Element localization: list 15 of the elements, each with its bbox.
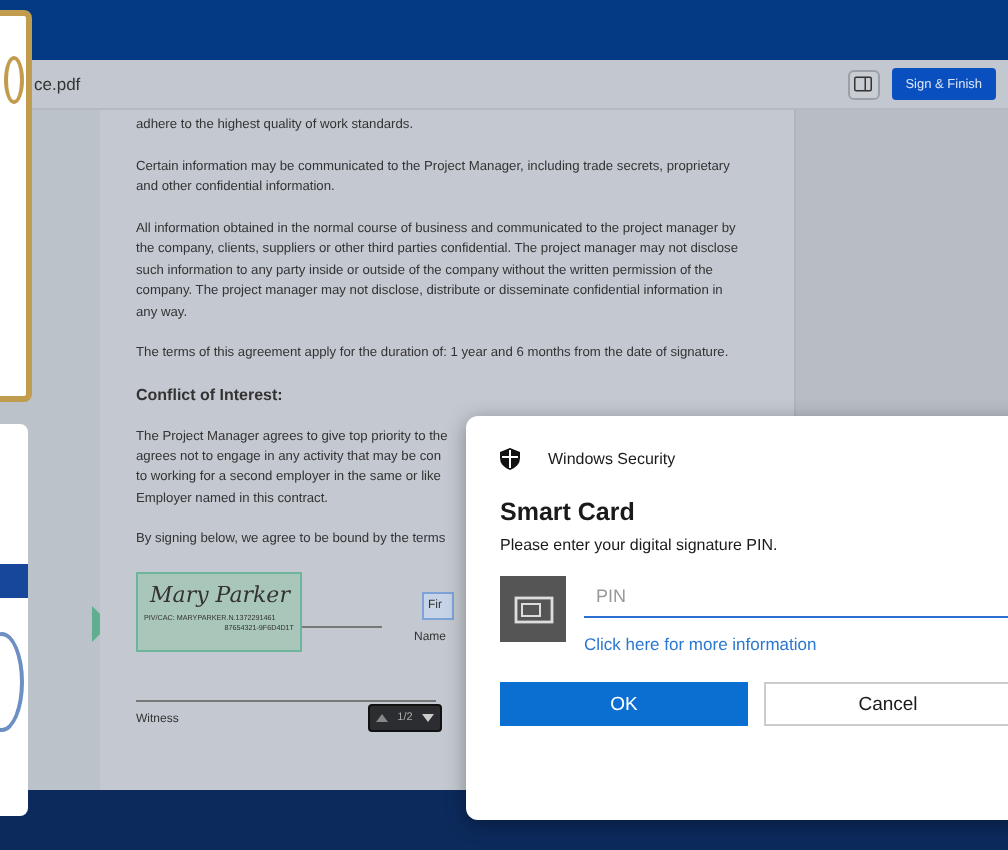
section-heading: Conflict of Interest:	[136, 386, 285, 408]
dialog-message: Please enter your digital signature PIN.	[500, 536, 780, 554]
dialog-title: Smart Card	[500, 498, 637, 526]
cancel-button[interactable]: Cancel	[764, 682, 1008, 726]
panel-icon	[854, 76, 873, 92]
ok-button[interactable]: OK	[500, 682, 748, 726]
sidebar-toggle-button[interactable]	[847, 69, 880, 99]
file-name: ce.pdf	[34, 74, 81, 94]
dialog-app-name: Windows Security	[548, 450, 676, 468]
more-info-link[interactable]: Click here for more information	[584, 634, 1008, 654]
down-caret-icon[interactable]	[422, 714, 435, 722]
shield-icon	[500, 448, 520, 470]
pin-input-field[interactable]: PIN	[584, 576, 1008, 618]
up-caret-icon[interactable]	[375, 714, 388, 722]
smart-card-icon	[500, 576, 566, 642]
